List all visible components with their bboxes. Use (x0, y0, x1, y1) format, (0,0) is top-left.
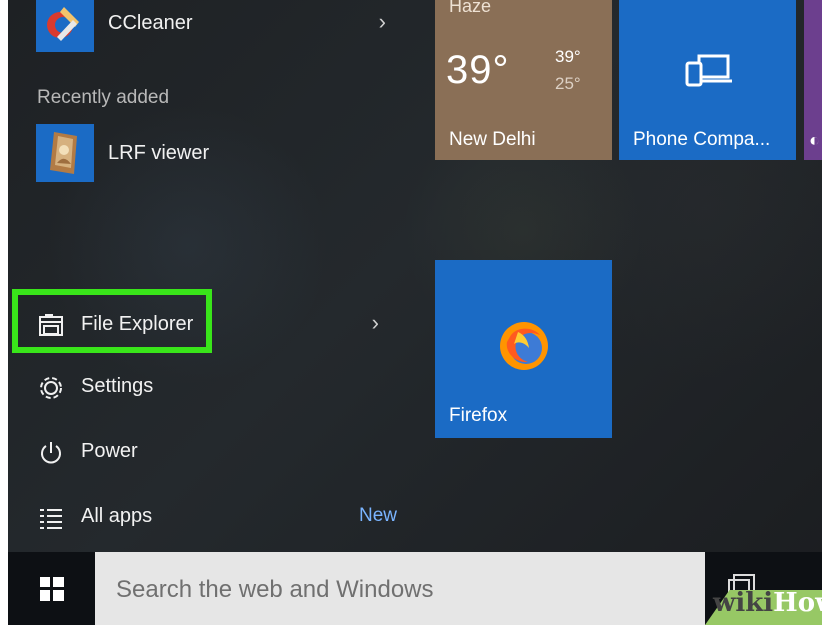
app-item-ccleaner[interactable]: CCleaner › (36, 0, 386, 52)
power-icon (37, 439, 65, 467)
start-menu-left-pane: CCleaner › Recently added LRF viewer Fil… (8, 0, 418, 552)
weather-low: 25° (555, 74, 581, 93)
phone-companion-tile[interactable]: Phone Compa... (619, 0, 796, 160)
firefox-tile[interactable]: Firefox (435, 260, 612, 438)
new-badge: New (358, 505, 397, 526)
firefox-label: Firefox (449, 405, 508, 426)
weather-temperature: 39° (446, 48, 510, 92)
wikihow-wordmark: wikiHow (713, 588, 822, 618)
nav-item-all-apps[interactable]: All apps New (37, 500, 397, 534)
screenshot-frame: CCleaner › Recently added LRF viewer Fil… (8, 0, 822, 625)
nav-item-power[interactable]: Power (37, 435, 397, 469)
partial-purple-tile[interactable]: ◐ (804, 0, 822, 160)
nav-label-settings: Settings (81, 375, 154, 397)
app-item-lrf-viewer[interactable]: LRF viewer (36, 124, 386, 182)
start-button[interactable] (8, 552, 95, 625)
chevron-right-icon[interactable]: › (372, 310, 379, 336)
search-placeholder: Search the web and Windows (116, 576, 434, 603)
nav-item-file-explorer[interactable]: File Explorer › (37, 308, 397, 342)
nav-label-all-apps: All apps (81, 505, 153, 527)
search-box[interactable]: Search the web and Windows (95, 552, 705, 625)
firefox-icon (495, 317, 553, 375)
chevron-right-icon[interactable]: › (379, 9, 386, 35)
ccleaner-icon (36, 0, 94, 52)
lrf-viewer-icon (36, 124, 94, 182)
weather-city: New Delhi (449, 129, 536, 150)
app-label-lrf-viewer: LRF viewer (108, 142, 210, 164)
file-explorer-icon (37, 312, 65, 340)
nav-label-power: Power (81, 440, 138, 462)
nav-label-file-explorer: File Explorer (81, 313, 194, 335)
app-label-ccleaner: CCleaner (108, 12, 193, 34)
nav-item-settings[interactable]: Settings (37, 370, 397, 404)
list-icon (37, 504, 65, 532)
wikihow-watermark: wikiHow (680, 582, 822, 625)
weather-tile[interactable]: Haze 39° 39° 25° New Delhi (435, 0, 612, 160)
windows-logo-icon (39, 576, 65, 602)
partial-tile-icon: ◐ (809, 130, 820, 150)
phone-laptop-icon (683, 50, 735, 90)
weather-condition: Haze (449, 0, 492, 16)
gear-icon (37, 374, 65, 402)
recently-added-heading: Recently added (37, 87, 170, 108)
phone-companion-label: Phone Compa... (633, 129, 771, 150)
weather-high: 39° (555, 47, 581, 66)
